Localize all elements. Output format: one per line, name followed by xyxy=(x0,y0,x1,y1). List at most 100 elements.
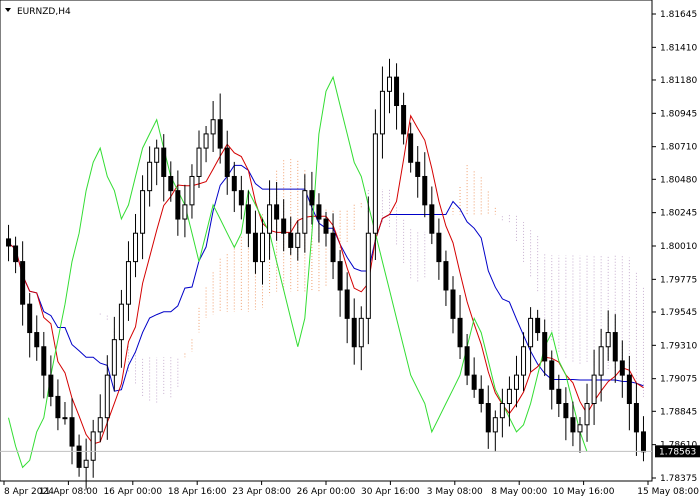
candle-body xyxy=(55,395,61,419)
price-tick-label: 1.80945 xyxy=(660,109,697,119)
candle-body xyxy=(337,261,343,291)
candle-body xyxy=(323,218,329,234)
candle-body xyxy=(168,175,174,192)
candle-body xyxy=(238,190,244,206)
candle-body xyxy=(118,303,124,341)
candle-body xyxy=(182,204,188,220)
candle-body xyxy=(436,232,442,263)
candle-body xyxy=(274,204,280,220)
candle-body xyxy=(471,374,477,390)
candle-body xyxy=(549,360,555,390)
time-axis[interactable]: 8 Apr 202411 Apr 08:00 16 Apr 00:00 18 Apr… xyxy=(3,481,699,497)
candle-body xyxy=(429,204,435,234)
price-tick-label: 1.78845 xyxy=(660,407,697,417)
candle-body xyxy=(478,388,484,405)
chart-canvas[interactable]: EURNZD,H4 1.816451.814101.811801.809451.… xyxy=(0,0,700,500)
candle-body xyxy=(6,238,12,247)
candle-body xyxy=(13,245,19,263)
candle-body xyxy=(288,232,294,248)
candle-body xyxy=(443,261,449,291)
candle-body xyxy=(217,119,223,149)
price-tick-label: 1.79310 xyxy=(660,341,697,351)
candle-body xyxy=(104,374,110,419)
price-tick-label: 1.80710 xyxy=(660,143,697,153)
price-tick-label: 1.81410 xyxy=(660,43,697,53)
candle-body xyxy=(506,388,512,405)
candle-body xyxy=(330,232,336,263)
candle-body xyxy=(125,261,131,305)
candle-body xyxy=(591,374,597,405)
price-tick-label: 1.78375 xyxy=(660,474,697,484)
candle-body xyxy=(309,190,315,206)
candle-body xyxy=(386,76,392,92)
time-tick-label: 23 Apr 08:00 xyxy=(232,487,291,497)
candle-body xyxy=(584,403,590,426)
candle-body xyxy=(203,133,209,149)
candle-body xyxy=(147,161,153,192)
candle-body xyxy=(408,133,414,163)
candle-body xyxy=(175,190,181,220)
candle-body xyxy=(260,232,266,263)
price-tick-label: 1.81645 xyxy=(660,10,697,20)
candle-body xyxy=(83,459,89,468)
candle-body xyxy=(457,317,463,348)
time-tick-label: 11 Apr 08:00 xyxy=(39,487,98,497)
candle-body xyxy=(521,346,527,376)
candle-body xyxy=(612,332,618,362)
candle-body xyxy=(415,161,421,177)
price-tick-label: 1.79775 xyxy=(660,275,697,285)
candle-body xyxy=(626,374,632,405)
current-price-box: 1.78563 xyxy=(655,445,700,458)
candle-body xyxy=(34,332,40,348)
candle-body xyxy=(90,431,96,461)
time-tick-label: 26 Apr 00:00 xyxy=(297,487,356,497)
candle-body xyxy=(394,76,400,107)
candle-body xyxy=(252,232,258,263)
candle-body xyxy=(224,147,230,177)
price-tick-label: 1.80010 xyxy=(660,242,697,252)
candle-body xyxy=(316,204,322,220)
price-tick-label: 1.79545 xyxy=(660,308,697,318)
candle-body xyxy=(210,119,216,135)
candle-body xyxy=(535,317,541,334)
candle-body xyxy=(577,424,583,433)
candle-body xyxy=(464,346,470,376)
candle-body xyxy=(598,346,604,376)
candle-body xyxy=(492,417,498,433)
time-tick-label: 8 May 00:00 xyxy=(491,487,547,497)
candle-body xyxy=(281,218,287,234)
candle-body xyxy=(161,147,167,177)
candle-body xyxy=(372,133,378,234)
candle-body xyxy=(344,289,350,319)
chart-window[interactable]: EURNZD,H4 1.81645 1.81410 1.81180 1.80945 1.… xyxy=(0,0,700,500)
time-tick-label: 16 Apr 00:00 xyxy=(103,487,162,497)
candle-body xyxy=(76,445,82,468)
candle-body xyxy=(450,289,456,319)
candle-body xyxy=(111,339,117,376)
candle-body xyxy=(97,417,103,433)
time-tick-label: 3 May 08:00 xyxy=(427,487,483,497)
candle-body xyxy=(640,431,646,453)
candle-body xyxy=(48,374,54,397)
candle-body xyxy=(196,147,202,177)
candle-body xyxy=(27,303,33,334)
candle-body xyxy=(401,105,407,135)
candle-body xyxy=(605,332,611,348)
candle-body xyxy=(619,360,625,376)
candle-body xyxy=(189,175,195,206)
candle-body xyxy=(379,90,385,135)
candle-body xyxy=(62,417,68,420)
candle-body xyxy=(154,147,160,163)
time-tick-label: 10 May 16:00 xyxy=(553,487,615,497)
candle-body xyxy=(302,190,308,234)
candle-body xyxy=(140,190,146,234)
price-axis[interactable]: 1.81645 1.81410 1.81180 1.80945 1.80710 1.804… xyxy=(652,10,697,484)
candle-body xyxy=(570,417,576,433)
candle-body xyxy=(542,332,548,362)
time-tick-label: 18 Apr 16:00 xyxy=(168,487,227,497)
chart-title: EURNZD,H4 xyxy=(17,7,71,17)
price-tick-label: 1.79075 xyxy=(660,375,697,385)
candle-body xyxy=(556,388,562,405)
candle-body xyxy=(528,317,534,348)
candle-body xyxy=(485,403,491,433)
